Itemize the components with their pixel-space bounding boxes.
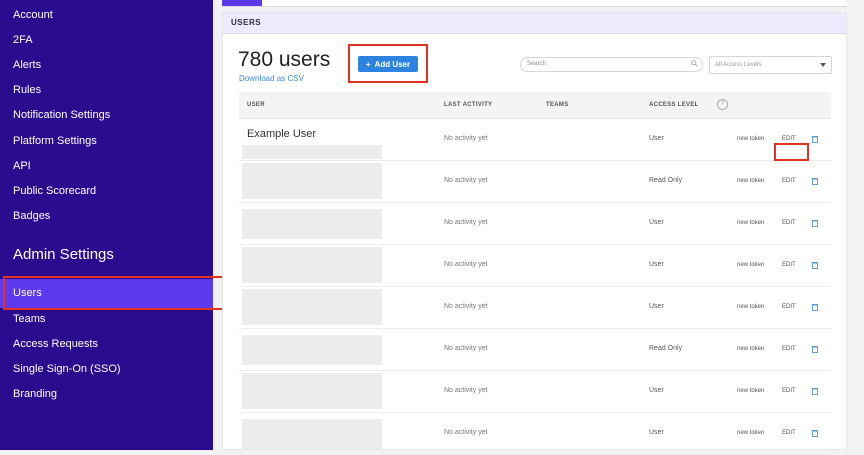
table-row[interactable]: No activity yet User new token EDIT xyxy=(239,203,831,245)
access-level: User xyxy=(649,261,664,268)
new-token-link[interactable]: new token xyxy=(737,136,764,142)
redacted-user xyxy=(242,335,382,365)
new-token-link[interactable]: new token xyxy=(737,220,764,226)
last-activity: No activity yet xyxy=(444,429,488,436)
top-tab-bar xyxy=(222,0,847,7)
redacted-user xyxy=(242,209,382,239)
admin-settings-title: Admin Settings xyxy=(13,246,114,263)
section-title: USERS xyxy=(231,18,262,27)
trash-icon[interactable] xyxy=(811,345,819,353)
column-last-activity[interactable]: LAST ACTIVITY xyxy=(444,102,492,108)
access-level: User xyxy=(649,429,664,436)
sidebar-item-notification-settings[interactable]: Notification Settings xyxy=(13,108,110,122)
new-token-link[interactable]: new token xyxy=(737,388,764,394)
users-count: 780 users xyxy=(238,48,331,71)
table-row[interactable]: No activity yet Read Only new token EDIT xyxy=(239,329,831,371)
access-level: Read Only xyxy=(649,177,683,184)
card-header: USERS xyxy=(223,13,846,34)
table-header: USER LAST ACTIVITY TEAMS ACCESS LEVEL ? xyxy=(239,92,831,119)
new-token-link[interactable]: new token xyxy=(737,262,764,268)
redacted-user xyxy=(242,419,382,449)
trash-icon[interactable] xyxy=(811,387,819,395)
trash-icon[interactable] xyxy=(811,303,819,311)
sidebar-item-2fa[interactable]: 2FA xyxy=(13,33,33,47)
trash-icon[interactable] xyxy=(811,429,819,437)
sidebar: Account 2FA Alerts Rules Notification Se… xyxy=(0,0,213,450)
redacted-user xyxy=(242,373,382,409)
access-level: User xyxy=(649,303,664,310)
search-icon xyxy=(691,60,698,67)
add-user-button[interactable]: + Add User xyxy=(358,56,418,72)
access-level-value: All Access Levels xyxy=(715,62,762,68)
trash-icon[interactable] xyxy=(811,135,819,143)
access-level: Read Only xyxy=(649,345,683,352)
sidebar-item-access-requests[interactable]: Access Requests xyxy=(13,337,98,351)
table-row[interactable]: No activity yet User new token EDIT xyxy=(239,245,831,287)
table-row[interactable]: No activity yet User new token EDIT xyxy=(239,287,831,329)
sidebar-item-rules[interactable]: Rules xyxy=(13,83,41,97)
new-token-link[interactable]: new token xyxy=(737,304,764,310)
sidebar-item-teams[interactable]: Teams xyxy=(13,312,45,326)
table-row[interactable]: No activity yet User new token EDIT xyxy=(239,413,831,455)
sidebar-item-branding[interactable]: Branding xyxy=(13,387,57,401)
sidebar-item-alerts[interactable]: Alerts xyxy=(13,58,41,72)
trash-icon[interactable] xyxy=(811,219,819,227)
table-row[interactable]: No activity yet Read Only new token EDIT xyxy=(239,161,831,203)
last-activity: No activity yet xyxy=(444,387,488,394)
add-user-label: Add User xyxy=(374,59,411,69)
last-activity: No activity yet xyxy=(444,345,488,352)
sidebar-item-badges[interactable]: Badges xyxy=(13,209,50,223)
new-token-link[interactable]: new token xyxy=(737,346,764,352)
redacted-user xyxy=(242,247,382,283)
search-input[interactable]: Search xyxy=(520,57,703,72)
redacted-user xyxy=(242,289,382,325)
access-level: User xyxy=(649,387,664,394)
sidebar-item-api[interactable]: API xyxy=(13,159,31,173)
new-token-link[interactable]: new token xyxy=(737,430,764,436)
search-placeholder: Search xyxy=(527,61,547,67)
help-icon[interactable]: ? xyxy=(717,99,728,110)
column-access-level[interactable]: ACCESS LEVEL xyxy=(649,102,699,108)
edit-button[interactable]: EDIT xyxy=(782,346,796,352)
sidebar-item-sso[interactable]: Single Sign-On (SSO) xyxy=(13,362,121,376)
access-level: User xyxy=(649,135,664,142)
edit-button[interactable]: EDIT xyxy=(782,304,796,310)
new-token-link[interactable]: new token xyxy=(737,178,764,184)
last-activity: No activity yet xyxy=(444,261,488,268)
plus-icon: + xyxy=(365,59,371,69)
edit-button[interactable]: EDIT xyxy=(782,388,796,394)
redacted-email xyxy=(242,145,382,159)
edit-button[interactable]: EDIT xyxy=(782,136,796,142)
edit-button[interactable]: EDIT xyxy=(782,430,796,436)
edit-highlight-box xyxy=(774,143,809,161)
edit-button[interactable]: EDIT xyxy=(782,220,796,226)
active-tab-indicator xyxy=(222,0,262,6)
table-row[interactable]: Example User No activity yet User new to… xyxy=(239,119,831,161)
trash-icon[interactable] xyxy=(811,261,819,269)
sidebar-item-public-scorecard[interactable]: Public Scorecard xyxy=(13,184,96,198)
sidebar-item-platform-settings[interactable]: Platform Settings xyxy=(13,134,97,148)
column-user[interactable]: USER xyxy=(247,102,265,108)
access-level: User xyxy=(649,219,664,226)
last-activity: No activity yet xyxy=(444,177,488,184)
last-activity: No activity yet xyxy=(444,135,488,142)
users-card: USERS 780 users Download as CSV + Add Us… xyxy=(222,12,847,455)
chevron-down-icon xyxy=(820,63,826,67)
last-activity: No activity yet xyxy=(444,303,488,310)
trash-icon[interactable] xyxy=(811,177,819,185)
edit-button[interactable]: EDIT xyxy=(782,262,796,268)
sidebar-item-account[interactable]: Account xyxy=(13,8,53,22)
user-name: Example User xyxy=(247,128,317,140)
edit-button[interactable]: EDIT xyxy=(782,178,796,184)
last-activity: No activity yet xyxy=(444,219,488,226)
users-highlight-box xyxy=(3,276,225,310)
redacted-user xyxy=(242,163,382,199)
column-teams[interactable]: TEAMS xyxy=(546,102,569,108)
table-row[interactable]: No activity yet User new token EDIT xyxy=(239,371,831,413)
download-csv-link[interactable]: Download as CSV xyxy=(239,74,304,83)
access-level-filter[interactable]: All Access Levels xyxy=(709,56,832,74)
